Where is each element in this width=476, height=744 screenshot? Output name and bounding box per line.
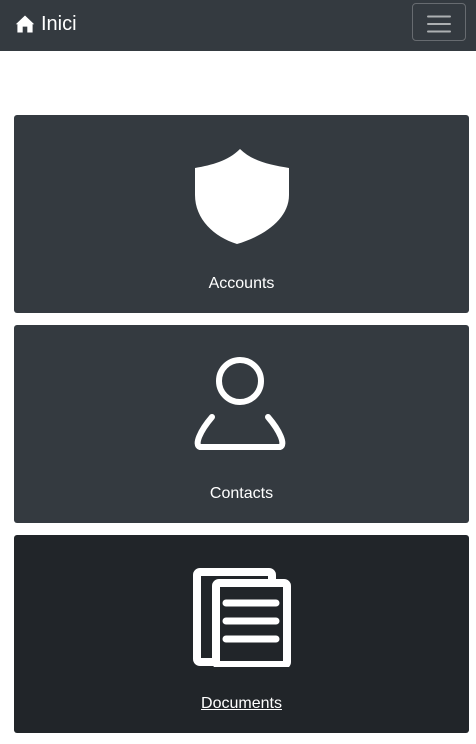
user-icon	[192, 357, 292, 457]
tile-contacts[interactable]: Contacts	[14, 325, 469, 523]
shield-icon	[192, 147, 292, 247]
tile-documents-label: Documents	[201, 695, 282, 712]
home-icon	[15, 14, 35, 34]
documents-icon	[192, 567, 292, 667]
tile-accounts[interactable]: Accounts	[14, 115, 469, 313]
tile-accounts-label: Accounts	[208, 275, 275, 292]
brand-label: Inici	[41, 12, 77, 35]
navbar-toggler-button[interactable]	[412, 3, 466, 41]
brand-home-link[interactable]: Inici	[15, 11, 77, 37]
hamburger-menu-icon	[427, 15, 451, 32]
tile-documents[interactable]: Documents	[14, 535, 469, 733]
top-navbar: Inici	[0, 0, 476, 51]
tile-contacts-label: Contacts	[209, 485, 274, 502]
